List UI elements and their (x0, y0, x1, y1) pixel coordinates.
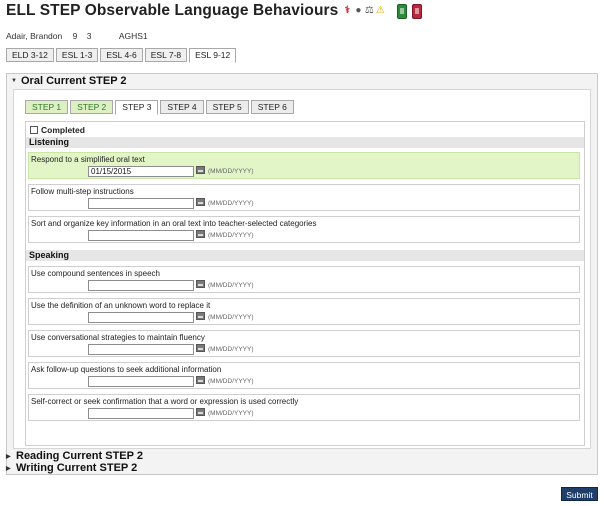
tab-eld-3-12[interactable]: ELD 3-12 (6, 48, 54, 62)
reading-section-header[interactable]: ▶ Reading Current STEP 2 (6, 450, 143, 462)
behaviour-row: Self-correct or seek confirmation that a… (28, 394, 580, 421)
caret-right-icon: ▶ (6, 465, 11, 472)
title-icons: ⚕ ● ⚖ ⚠ (342, 5, 385, 17)
behaviour-label: Use conversational strategies to maintai… (31, 333, 205, 342)
behaviour-row: Use the definition of an unknown word to… (28, 298, 580, 325)
speaking-heading: Speaking (26, 250, 584, 261)
date-format-hint: (MM/DD/YYYY) (208, 314, 254, 321)
completed-checkbox[interactable] (30, 126, 38, 134)
date-format-hint: (MM/DD/YYYY) (208, 200, 254, 207)
person-icon[interactable]: ● (353, 5, 363, 17)
tab-esl-7-8[interactable]: ESL 7-8 (144, 48, 188, 62)
reading-section-title: Reading Current STEP 2 (16, 450, 143, 462)
date-format-hint: (MM/DD/YYYY) (208, 168, 254, 175)
behaviour-label: Use compound sentences in speech (31, 269, 160, 278)
step-tabs: STEP 1 STEP 2 STEP 3 STEP 4 STEP 5 STEP … (25, 100, 294, 115)
behaviour-label: Self-correct or seek confirmation that a… (31, 397, 299, 406)
tab-step-2[interactable]: STEP 2 (70, 100, 114, 114)
calendar-icon[interactable] (196, 376, 205, 384)
tab-step-6[interactable]: STEP 6 (250, 100, 294, 114)
writing-section-title: Writing Current STEP 2 (16, 462, 138, 474)
behaviour-label: Ask follow-up questions to seek addition… (31, 365, 222, 374)
submit-button[interactable]: Submit (561, 487, 598, 501)
writing-section-header[interactable]: ▶ Writing Current STEP 2 (6, 462, 143, 474)
date-format-hint: (MM/DD/YYYY) (208, 346, 254, 353)
medical-alert-icon[interactable]: ⚕ (342, 5, 352, 17)
calendar-icon[interactable] (196, 230, 205, 238)
calendar-icon[interactable] (196, 408, 205, 416)
date-format-hint: (MM/DD/YYYY) (208, 378, 254, 385)
behaviour-label: Follow multi-step instructions (31, 187, 134, 196)
grade-tabs: ELD 3-12 ESL 1-3 ESL 4-6 ESL 7-8 ESL 9-1… (6, 48, 237, 63)
calendar-icon[interactable] (196, 344, 205, 352)
caret-down-icon: ▼ (11, 78, 17, 84)
listening-heading: Listening (26, 137, 584, 148)
date-format-hint: (MM/DD/YYYY) (208, 410, 254, 417)
student-number: 3 (86, 31, 92, 41)
date-input[interactable] (88, 312, 194, 323)
date-input[interactable] (88, 230, 194, 241)
behaviour-row: Follow multi-step instructions (MM/DD/YY… (28, 184, 580, 211)
behaviour-label: Sort and organize key information in an … (31, 219, 317, 228)
green-document-icon[interactable] (397, 3, 408, 19)
calendar-icon[interactable] (196, 198, 205, 206)
tab-esl-1-3[interactable]: ESL 1-3 (55, 48, 99, 62)
behaviour-row: Ask follow-up questions to seek addition… (28, 362, 580, 389)
calendar-icon[interactable] (196, 166, 205, 174)
date-input[interactable] (88, 280, 194, 291)
red-document-icon[interactable] (412, 3, 423, 19)
date-input[interactable] (88, 408, 194, 419)
date-input[interactable] (88, 376, 194, 387)
title-row: ELL STEP Observable Language Behaviours … (6, 2, 423, 20)
date-input[interactable] (88, 344, 194, 355)
completed-row: Completed (30, 125, 85, 135)
behaviour-label: Respond to a simplified oral text (31, 155, 145, 164)
completed-label: Completed (41, 125, 85, 135)
behaviour-row: Use conversational strategies to maintai… (28, 330, 580, 357)
tab-step-5[interactable]: STEP 5 (205, 100, 249, 114)
behaviour-row: Respond to a simplified oral text 01/15/… (28, 152, 580, 179)
behaviour-row: Use compound sentences in speech (MM/DD/… (28, 266, 580, 293)
behaviour-label: Use the definition of an unknown word to… (31, 301, 211, 310)
warning-icon[interactable]: ⚠ (375, 5, 385, 17)
calendar-icon[interactable] (196, 312, 205, 320)
oral-section-body: STEP 1 STEP 2 STEP 3 STEP 4 STEP 5 STEP … (13, 89, 591, 449)
oral-section-title: Oral Current STEP 2 (21, 75, 127, 87)
calendar-icon[interactable] (196, 280, 205, 288)
scale-icon[interactable]: ⚖ (364, 5, 374, 17)
date-input[interactable]: 01/15/2015 (88, 166, 194, 177)
oral-section-header[interactable]: ▼ Oral Current STEP 2 (7, 74, 597, 88)
caret-right-icon: ▶ (6, 453, 11, 460)
date-input[interactable] (88, 198, 194, 209)
tab-step-3[interactable]: STEP 3 (115, 100, 159, 115)
student-name: Adair, Brandon (6, 31, 63, 41)
behaviour-row: Sort and organize key information in an … (28, 216, 580, 243)
document-icons (397, 3, 423, 19)
tab-esl-9-12[interactable]: ESL 9-12 (189, 48, 237, 63)
student-grade: 9 (72, 31, 78, 41)
tab-esl-4-6[interactable]: ESL 4-6 (100, 48, 143, 62)
student-info: Adair, Brandon 9 3 AGHS1 (6, 31, 148, 41)
oral-section-panel: ▼ Oral Current STEP 2 STEP 1 STEP 2 STEP… (6, 73, 598, 475)
collapsed-sections: ▶ Reading Current STEP 2 ▶ Writing Curre… (6, 450, 143, 474)
date-format-hint: (MM/DD/YYYY) (208, 232, 254, 239)
tab-step-1[interactable]: STEP 1 (25, 100, 69, 114)
step-form: Completed Listening Respond to a simplif… (25, 121, 585, 446)
student-school: AGHS1 (118, 31, 148, 41)
tab-step-4[interactable]: STEP 4 (160, 100, 204, 114)
page-title: ELL STEP Observable Language Behaviours (6, 2, 339, 19)
date-format-hint: (MM/DD/YYYY) (208, 282, 254, 289)
